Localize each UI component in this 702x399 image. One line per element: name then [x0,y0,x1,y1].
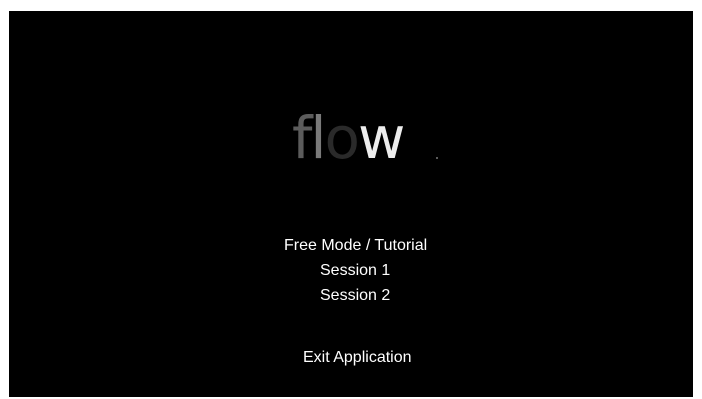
exit-application-button[interactable]: Exit Application [303,348,412,368]
logo-dot [436,157,438,159]
logo-letter-f: f [292,104,312,172]
logo-letter-w: w [358,104,405,172]
flow-logo: flow [292,103,438,173]
logo-letter-o: o [324,104,360,172]
menu-item-free-mode-tutorial[interactable]: Free Mode / Tutorial [284,236,427,256]
menu-item-session-2[interactable]: Session 2 [320,286,390,306]
app-screen: flow Free Mode / Tutorial Session 1 Sess… [9,11,693,397]
logo-letter-l: l [310,104,326,172]
menu-item-session-1[interactable]: Session 1 [320,261,390,281]
